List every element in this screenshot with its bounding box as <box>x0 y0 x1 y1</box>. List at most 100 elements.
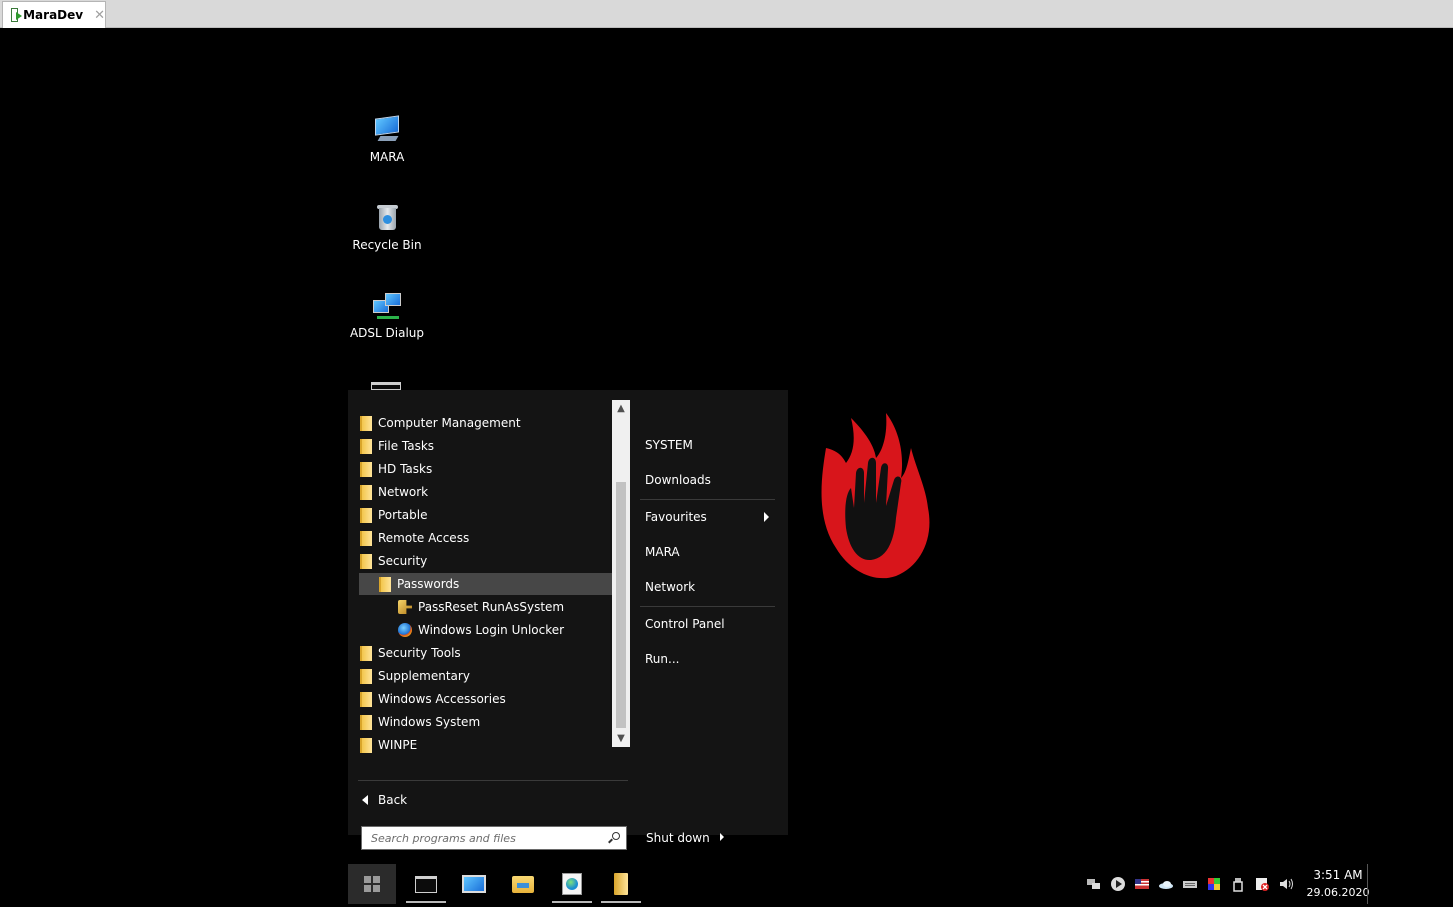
scroll-down-arrow-icon[interactable]: ▼ <box>612 730 630 747</box>
folder-icon <box>360 553 372 569</box>
program-label: WINPE <box>378 738 418 752</box>
program-label: Computer Management <box>378 416 521 430</box>
shutdown-button[interactable]: Shut down <box>646 828 726 848</box>
program-label: Security <box>378 554 428 568</box>
cloud-icon[interactable] <box>1158 876 1174 892</box>
folder-icon <box>360 737 372 753</box>
windows-logo-icon <box>364 876 380 892</box>
right-pane-item-control-panel[interactable]: Control Panel <box>645 614 725 634</box>
search-icon[interactable] <box>608 832 620 844</box>
program-label: Windows System <box>378 715 481 729</box>
program-label: Network <box>378 485 429 499</box>
program-folder-hd-tasks[interactable]: HD Tasks <box>360 458 610 480</box>
taskbar-app-remote-desktop[interactable] <box>453 864 495 904</box>
clock-time: 3:51 AM <box>1313 868 1363 882</box>
desktop-icon-mara[interactable]: MARA <box>347 114 427 164</box>
folder-icon <box>360 484 372 500</box>
right-pane-label: MARA <box>645 545 680 559</box>
scrollbar-thumb[interactable] <box>616 482 626 728</box>
taskbar: 3:51 AM 29.06.2020 <box>348 864 1370 904</box>
folder-icon <box>379 576 391 592</box>
start-button[interactable] <box>348 864 396 904</box>
right-pane-label: Run... <box>645 652 680 666</box>
desktop-icon-adsl-dialup[interactable]: ADSL Dialup <box>347 290 427 340</box>
key-icon <box>398 600 412 614</box>
shield-icon[interactable] <box>1254 876 1270 892</box>
program-folder-security[interactable]: Security <box>360 550 610 572</box>
folder-icon <box>360 530 372 546</box>
keyboard-icon[interactable] <box>1182 876 1198 892</box>
right-pane-item-run[interactable]: Run... <box>645 649 679 669</box>
network-connection-icon <box>371 290 403 322</box>
right-pane-item-favourites[interactable]: Favourites <box>645 507 775 527</box>
back-button[interactable]: Back <box>362 790 407 810</box>
right-pane-item-network[interactable]: Network <box>645 577 695 597</box>
right-pane-label: Favourites <box>645 510 707 524</box>
command-prompt-icon <box>415 875 437 893</box>
program-folder-file-tasks[interactable]: File Tasks <box>360 435 610 457</box>
program-folder-security-tools[interactable]: Security Tools <box>360 642 610 664</box>
flame-hand-logo <box>821 413 930 579</box>
program-app-windows-login-unlocker[interactable]: Windows Login Unlocker <box>398 619 610 641</box>
divider <box>640 606 775 607</box>
right-pane-item-system[interactable]: SYSTEM <box>645 435 693 455</box>
shutdown-label: Shut down <box>646 831 710 845</box>
back-label: Back <box>378 793 408 807</box>
programs-list[interactable]: Computer Management File Tasks HD Tasks … <box>358 400 612 753</box>
program-label: Passwords <box>397 577 460 591</box>
browser-icon <box>562 873 582 895</box>
desktop-icon-label: ADSL Dialup <box>349 326 425 340</box>
vm-tab[interactable]: MaraDev ✕ <box>2 1 106 28</box>
guest-desktop: MARA Recycle Bin ADSL Dialup Computer Ma… <box>1 28 1452 907</box>
show-desktop-button[interactable] <box>1367 864 1368 904</box>
start-menu: Computer Management File Tasks HD Tasks … <box>348 390 788 850</box>
folder-icon <box>360 415 372 431</box>
network-icon[interactable] <box>1086 876 1102 892</box>
folder-icon <box>360 691 372 707</box>
search-input[interactable] <box>362 827 602 849</box>
program-label: Portable <box>378 508 428 522</box>
program-folder-network[interactable]: Network <box>360 481 610 503</box>
program-folder-portable[interactable]: Portable <box>360 504 610 526</box>
divider <box>640 499 775 500</box>
taskbar-app-browser[interactable] <box>551 864 593 904</box>
program-folder-windows-accessories[interactable]: Windows Accessories <box>360 688 610 710</box>
taskbar-app-command-prompt[interactable] <box>405 864 447 904</box>
folder-icon <box>360 714 372 730</box>
usb-drive-icon[interactable] <box>1230 876 1246 892</box>
desktop-icon-recycle-bin[interactable]: Recycle Bin <box>347 202 427 252</box>
volume-icon[interactable] <box>1278 876 1294 892</box>
shutdown-options-arrow-icon[interactable] <box>720 833 724 841</box>
close-tab-icon[interactable]: ✕ <box>94 8 105 23</box>
color-icon[interactable] <box>1206 876 1222 892</box>
us-flag-icon[interactable] <box>1134 876 1150 892</box>
right-pane-item-downloads[interactable]: Downloads <box>645 470 711 490</box>
right-pane-label: Downloads <box>645 473 711 487</box>
partially-hidden-desktop-icon[interactable] <box>371 382 401 390</box>
program-folder-windows-system[interactable]: Windows System <box>360 711 610 733</box>
program-app-passreset-runassystem[interactable]: PassReset RunAsSystem <box>398 596 610 618</box>
right-pane-label: Control Panel <box>645 617 725 631</box>
remote-desktop-icon <box>462 875 486 893</box>
taskbar-app-folder[interactable] <box>600 864 642 904</box>
search-box[interactable] <box>361 826 627 850</box>
program-label: HD Tasks <box>378 462 433 476</box>
program-folder-supplementary[interactable]: Supplementary <box>360 665 610 687</box>
program-folder-passwords[interactable]: Passwords <box>359 573 612 595</box>
program-folder-remote-access[interactable]: Remote Access <box>360 527 610 549</box>
program-label: File Tasks <box>378 439 435 453</box>
scroll-up-arrow-icon[interactable]: ▲ <box>612 400 630 417</box>
programs-scrollbar[interactable]: ▲ ▼ <box>612 400 630 747</box>
media-play-icon[interactable] <box>1110 876 1126 892</box>
system-clock[interactable]: 3:51 AM 29.06.2020 <box>1306 867 1370 901</box>
orb-icon <box>398 623 412 637</box>
start-menu-right-pane: SYSTEM Downloads Favourites MARA Network… <box>637 390 788 845</box>
program-label: PassReset RunAsSystem <box>418 600 565 614</box>
program-label: Windows Accessories <box>378 692 506 706</box>
back-arrow-icon <box>362 795 368 805</box>
program-label: Security Tools <box>378 646 461 660</box>
taskbar-app-file-explorer[interactable] <box>502 864 544 904</box>
right-pane-item-mara[interactable]: MARA <box>645 542 680 562</box>
program-folder-computer-management[interactable]: Computer Management <box>360 412 610 434</box>
program-folder-winpe[interactable]: WINPE <box>360 734 610 756</box>
